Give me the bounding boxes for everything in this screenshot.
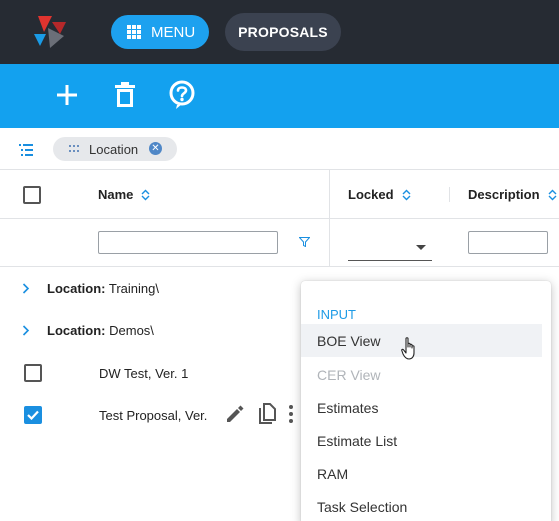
more-options-icon[interactable] bbox=[289, 404, 293, 426]
delete-icon[interactable] bbox=[110, 80, 140, 110]
sort-icon[interactable] bbox=[402, 189, 411, 201]
add-icon[interactable] bbox=[52, 80, 82, 110]
column-header-name[interactable]: Name bbox=[98, 170, 150, 219]
select-all-checkbox[interactable] bbox=[23, 185, 41, 204]
group-value: Demos\ bbox=[109, 322, 154, 338]
row-name: Test Proposal, Ver. bbox=[99, 407, 208, 423]
column-description-label: Description bbox=[468, 187, 540, 202]
group-prefix: Location: bbox=[47, 280, 106, 296]
edit-icon[interactable] bbox=[225, 404, 245, 427]
proposals-button[interactable]: PROPOSALS bbox=[225, 13, 341, 51]
action-toolbar bbox=[0, 64, 559, 128]
menu-item-cer-view: CER View bbox=[317, 366, 381, 383]
row-checkbox[interactable] bbox=[24, 406, 42, 424]
column-header-description[interactable]: Description bbox=[468, 170, 557, 219]
app-logo[interactable] bbox=[30, 12, 70, 52]
checkmark-icon bbox=[27, 410, 39, 420]
column-header-locked[interactable]: Locked bbox=[348, 170, 411, 219]
select-all-cell bbox=[23, 170, 41, 219]
description-filter-input[interactable] bbox=[468, 231, 548, 254]
drag-handle-icon bbox=[69, 145, 79, 152]
group-prefix: Location: bbox=[47, 322, 106, 338]
filter-icon[interactable] bbox=[299, 237, 310, 247]
menu-button[interactable]: MENU bbox=[111, 15, 209, 49]
name-filter-input[interactable] bbox=[98, 231, 278, 254]
group-list-icon[interactable] bbox=[19, 143, 33, 161]
group-chip-location[interactable]: Location ✕ bbox=[53, 137, 177, 161]
menu-item-ram[interactable]: RAM bbox=[301, 457, 551, 490]
filter-row bbox=[0, 219, 559, 267]
grid-icon bbox=[127, 25, 141, 39]
expand-chevron-icon[interactable] bbox=[22, 324, 30, 336]
expand-chevron-icon[interactable] bbox=[22, 282, 30, 294]
remove-chip-icon[interactable]: ✕ bbox=[149, 142, 162, 155]
group-chip-label: Location bbox=[89, 141, 139, 157]
sort-icon[interactable] bbox=[141, 189, 150, 201]
help-icon[interactable] bbox=[167, 80, 197, 110]
column-locked-label: Locked bbox=[348, 187, 394, 202]
column-divider bbox=[449, 187, 450, 202]
menu-section-input: INPUT bbox=[317, 307, 356, 322]
menu-button-label: MENU bbox=[151, 23, 196, 41]
column-name-label: Name bbox=[98, 187, 134, 202]
group-value: Training\ bbox=[108, 280, 159, 296]
sort-icon[interactable] bbox=[548, 189, 557, 201]
row-name: DW Test, Ver. 1 bbox=[99, 365, 189, 381]
menu-item-task-selection[interactable]: Task Selection bbox=[301, 490, 551, 521]
group-label: Location: Demos\ bbox=[47, 323, 154, 338]
group-label: Location: Training\ bbox=[47, 281, 159, 296]
menu-item-boe-view[interactable]: BOE View bbox=[301, 324, 542, 357]
locked-filter-select[interactable] bbox=[348, 231, 432, 261]
context-menu: INPUT BOE View CER View Estimates Estima… bbox=[301, 281, 551, 521]
row-checkbox[interactable] bbox=[24, 364, 42, 382]
menu-item-estimate-list[interactable]: Estimate List bbox=[301, 424, 551, 457]
copy-icon[interactable] bbox=[257, 402, 277, 428]
group-by-bar: Location ✕ bbox=[0, 128, 559, 170]
row-actions bbox=[225, 402, 305, 428]
top-nav-bar: MENU PROPOSALS bbox=[0, 0, 559, 64]
menu-item-estimates[interactable]: Estimates bbox=[301, 391, 551, 424]
chevron-down-icon bbox=[416, 245, 426, 250]
grid-header: Name Locked Description bbox=[0, 170, 559, 219]
